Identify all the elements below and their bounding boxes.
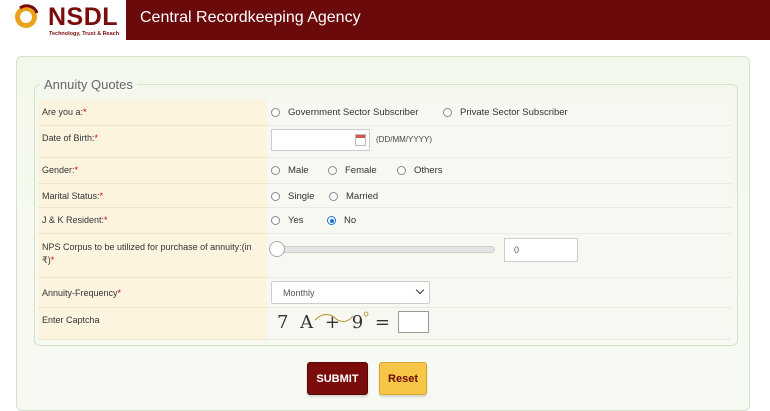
row-dob: Date of Birth:* (DD/MM/YYYY) <box>38 126 731 158</box>
dob-input[interactable] <box>271 129 370 151</box>
radio-male[interactable]: Male <box>271 165 309 176</box>
corpus-slider-track[interactable] <box>277 246 495 253</box>
radio-private-sector[interactable]: Private Sector Subscriber <box>443 107 568 118</box>
radio-jk-no[interactable]: No <box>327 215 356 226</box>
radio-circle[interactable] <box>329 192 338 201</box>
value-captcha: 7 A + 9 = <box>267 308 731 340</box>
calendar-icon[interactable] <box>355 134 366 146</box>
fieldset-legend: Annuity Quotes <box>40 77 137 92</box>
row-nps-corpus: NPS Corpus to be utilized for purchase o… <box>38 234 731 278</box>
captcha-input[interactable] <box>398 311 429 333</box>
chevron-down-icon <box>415 285 425 295</box>
radio-circle[interactable] <box>271 216 280 225</box>
radio-government-sector[interactable]: Government Sector Subscriber <box>271 107 418 118</box>
label-nps-corpus: NPS Corpus to be utilized for purchase o… <box>38 234 267 278</box>
radio-female[interactable]: Female <box>328 165 377 176</box>
row-subscriber-type: Are you a:* Government Sector Subscriber… <box>38 100 731 126</box>
value-nps-corpus: 0 <box>267 234 731 278</box>
radio-circle[interactable] <box>271 192 280 201</box>
header: NSDL Technology, Trust & Reach Central R… <box>0 0 770 40</box>
radio-circle[interactable] <box>397 166 406 175</box>
label-subscriber-type: Are you a:* <box>38 100 267 126</box>
radio-circle[interactable] <box>328 166 337 175</box>
value-annuity-frequency: Monthly <box>267 278 731 308</box>
dob-format-hint: (DD/MM/YYYY) <box>376 135 432 144</box>
value-gender: Male Female Others <box>267 158 731 184</box>
nsdl-logo-icon <box>15 4 39 28</box>
submit-button[interactable]: SUBMIT <box>307 362 368 395</box>
row-captcha: Enter Captcha 7 A + 9 = <box>38 308 731 340</box>
corpus-amount-input[interactable]: 0 <box>504 238 578 262</box>
captcha-noise <box>314 311 369 322</box>
value-dob: (DD/MM/YYYY) <box>267 126 731 158</box>
value-subscriber-type: Government Sector Subscriber Private Sec… <box>267 100 731 126</box>
value-marital-status: Single Married <box>267 184 731 208</box>
label-annuity-frequency: Annuity-Frequency* <box>38 278 267 308</box>
title-bar: Central Recordkeeping Agency <box>126 0 770 40</box>
label-marital-status: Marital Status:* <box>38 184 267 208</box>
label-jk-resident: J & K Resident:* <box>38 208 267 234</box>
radio-jk-yes[interactable]: Yes <box>271 215 304 226</box>
radio-married[interactable]: Married <box>329 191 378 202</box>
radio-single[interactable]: Single <box>271 191 314 202</box>
row-marital-status: Marital Status:* Single Married <box>38 184 731 208</box>
logo-tagline: Technology, Trust & Reach <box>49 31 120 37</box>
label-dob: Date of Birth:* <box>38 126 267 158</box>
radio-circle[interactable] <box>271 166 280 175</box>
radio-circle[interactable] <box>271 108 280 117</box>
row-jk-resident: J & K Resident:* Yes No <box>38 208 731 234</box>
radio-circle[interactable] <box>443 108 452 117</box>
logo-text: NSDL <box>48 3 119 31</box>
row-annuity-frequency: Annuity-Frequency* Monthly <box>38 278 731 308</box>
value-jk-resident: Yes No <box>267 208 731 234</box>
corpus-slider-thumb[interactable] <box>269 241 285 257</box>
annuity-frequency-select[interactable]: Monthly <box>271 281 430 304</box>
reset-button[interactable]: Reset <box>379 362 427 395</box>
radio-others[interactable]: Others <box>397 165 443 176</box>
label-gender: Gender:* <box>38 158 267 184</box>
row-gender: Gender:* Male Female Others <box>38 158 731 184</box>
radio-circle-selected[interactable] <box>327 216 336 225</box>
nsdl-logo[interactable]: NSDL Technology, Trust & Reach <box>0 0 126 40</box>
label-captcha: Enter Captcha <box>38 308 267 340</box>
app-title: Central Recordkeeping Agency <box>140 9 361 26</box>
